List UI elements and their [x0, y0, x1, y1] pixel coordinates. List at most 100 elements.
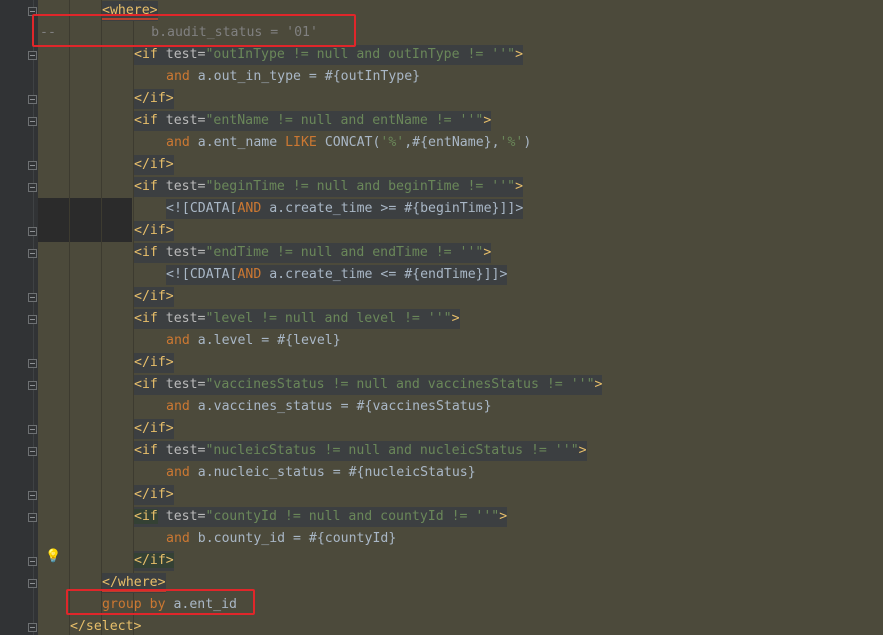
token-tag-sel: <if	[134, 509, 158, 524]
token-str: "endTime != null and endTime != ''"	[205, 245, 484, 260]
code-line-if-begintime-close[interactable]: </if>	[0, 220, 883, 242]
code-text: <if test="endTime != null and endTime !=…	[134, 243, 492, 263]
code-text: </if>	[134, 221, 174, 241]
token-plain: a.nucleic_status = #{nucleicStatus}	[189, 465, 476, 480]
token-tag: <if	[134, 245, 166, 260]
token-tag-sel: </if>	[134, 553, 174, 568]
code-text: <if test="nucleicStatus != null and nucl…	[134, 441, 587, 461]
code-line-if-outintype-close[interactable]: </if>	[0, 88, 883, 110]
highlight-box-audit-status	[32, 14, 356, 47]
code-text: </if>	[134, 485, 174, 505]
token-kw: AND	[237, 201, 262, 216]
token-tag: </if>	[134, 355, 174, 370]
token-str: "level != null and level != ''"	[205, 311, 452, 326]
token-tag: </if>	[134, 487, 174, 502]
code-line-if-endtime-close[interactable]: </if>	[0, 286, 883, 308]
code-line-if-level-close[interactable]: </if>	[0, 352, 883, 374]
token-tag: <if	[134, 377, 166, 392]
token-str: "entName != null and entName != ''"	[205, 113, 484, 128]
token-tag: </if>	[134, 289, 174, 304]
code-text: </if>	[134, 419, 174, 439]
code-line-select-close[interactable]: </select>	[0, 616, 883, 635]
code-text: <if test="beginTime != null and beginTim…	[134, 177, 524, 197]
code-text: <![CDATA[AND a.create_time >= #{beginTim…	[166, 199, 524, 219]
code-text: <![CDATA[AND a.create_time <= #{endTime}…	[166, 265, 508, 285]
code-text: <if test="vaccinesStatus != null and vac…	[134, 375, 603, 395]
token-kw: and	[166, 531, 190, 546]
token-tag: </if>	[134, 421, 174, 436]
token-str: "countyId != null and countyId != ''"	[205, 509, 500, 524]
code-line-if-level-open[interactable]: <if test="level != null and level != ''"…	[0, 308, 883, 330]
token-tag: >	[578, 443, 587, 458]
token-tag: >	[483, 245, 492, 260]
code-line-endtime-cond[interactable]: <![CDATA[AND a.create_time <= #{endTime}…	[0, 264, 883, 286]
token-plain: a.level = #{level}	[189, 333, 341, 348]
code-line-outintype-cond[interactable]: and a.out_in_type = #{outInType}	[0, 66, 883, 88]
code-line-vaccines-cond[interactable]: and a.vaccines_status = #{vaccinesStatus…	[0, 396, 883, 418]
token-kw: LIKE	[285, 135, 317, 150]
token-kw: and	[166, 69, 190, 84]
code-line-if-nucleic-open[interactable]: <if test="nucleicStatus != null and nucl…	[0, 440, 883, 462]
code-text: <if test="entName != null and entName !=…	[134, 111, 492, 131]
token-tag: >	[515, 179, 524, 194]
token-tag: </where>	[102, 575, 166, 590]
token-tag: >	[451, 311, 460, 326]
token-attr: test=	[165, 113, 206, 128]
token-tag: <if	[134, 179, 166, 194]
token-plain: a.out_in_type = #{outInType}	[189, 69, 421, 84]
code-text: </select>	[70, 617, 141, 635]
token-plain: b.county_id = #{countyId}	[189, 531, 397, 546]
code-text: </if>	[134, 353, 174, 373]
token-plain: <![CDATA[	[166, 201, 238, 216]
code-line-nucleic-cond[interactable]: and a.nucleic_status = #{nucleicStatus}	[0, 462, 883, 484]
token-plain: CONCAT(	[316, 135, 381, 150]
code-text: and a.nucleic_status = #{nucleicStatus}	[166, 463, 476, 483]
code-line-begintime-cond[interactable]: <![CDATA[AND a.create_time >= #{beginTim…	[0, 198, 883, 220]
token-attr: test=	[165, 377, 206, 392]
code-line-if-begintime-open[interactable]: <if test="beginTime != null and beginTim…	[0, 176, 883, 198]
code-line-if-vaccines-close[interactable]: </if>	[0, 418, 883, 440]
token-tag	[158, 509, 166, 524]
token-tag: >	[499, 509, 508, 524]
token-attr: test=	[165, 47, 206, 62]
code-line-if-nucleic-close[interactable]: </if>	[0, 484, 883, 506]
code-line-if-entname-open[interactable]: <if test="entName != null and entName !=…	[0, 110, 883, 132]
code-line-if-entname-close[interactable]: </if>	[0, 154, 883, 176]
code-text: </if>	[134, 551, 174, 571]
code-line-if-outintype-open[interactable]: <if test="outInType != null and outInTyp…	[0, 44, 883, 66]
code-text: and a.vaccines_status = #{vaccinesStatus…	[166, 397, 492, 417]
token-str: '%'	[499, 135, 524, 150]
code-editor[interactable]: 💡 <where> -- b.audit_status = '01' <if tes…	[0, 0, 883, 635]
token-kw: AND	[237, 267, 262, 282]
token-attr: test=	[165, 245, 206, 260]
token-tag: <if	[134, 47, 166, 62]
code-line-if-endtime-open[interactable]: <if test="endTime != null and endTime !=…	[0, 242, 883, 264]
token-kw: and	[166, 333, 190, 348]
token-plain: )	[523, 135, 532, 150]
token-tag: >	[515, 47, 524, 62]
token-str: "vaccinesStatus != null and vaccinesStat…	[205, 377, 595, 392]
token-str: '%'	[380, 135, 405, 150]
token-attr: test=	[165, 443, 206, 458]
token-plain: a.create_time >= #{beginTime}]]>	[261, 201, 524, 216]
code-line-if-county-open[interactable]: <if test="countyId != null and countyId …	[0, 506, 883, 528]
code-text: and b.county_id = #{countyId}	[166, 529, 396, 549]
token-str: "nucleicStatus != null and nucleicStatus…	[205, 443, 579, 458]
code-line-level-cond[interactable]: and a.level = #{level}	[0, 330, 883, 352]
token-plain: <![CDATA[	[166, 267, 238, 282]
token-tag: </select>	[70, 619, 142, 634]
token-kw: and	[166, 135, 190, 150]
code-text: <if test="countyId != null and countyId …	[134, 507, 508, 527]
code-line-entname-cond[interactable]: and a.ent_name LIKE CONCAT('%',#{entName…	[0, 132, 883, 154]
token-str: "outInType != null and outInType != ''"	[205, 47, 516, 62]
token-tag: >	[594, 377, 603, 392]
code-text: and a.ent_name LIKE CONCAT('%',#{entName…	[166, 133, 531, 153]
code-line-county-cond[interactable]: and b.county_id = #{countyId}	[0, 528, 883, 550]
token-tag: </if>	[134, 157, 174, 172]
code-line-if-county-close[interactable]: </if>	[0, 550, 883, 572]
code-text: <if test="level != null and level != ''"…	[134, 309, 460, 329]
code-line-if-vaccines-open[interactable]: <if test="vaccinesStatus != null and vac…	[0, 374, 883, 396]
token-plain: a.ent_name	[189, 135, 286, 150]
code-text: </if>	[134, 287, 174, 307]
token-kw: and	[166, 465, 190, 480]
